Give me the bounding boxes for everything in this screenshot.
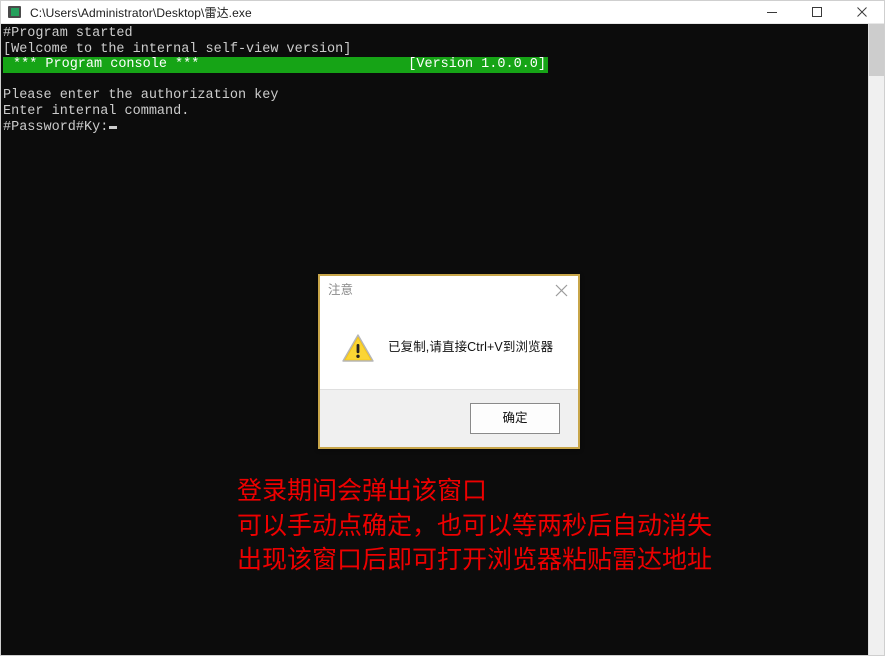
console-area: #Program started [Welcome to the interna… <box>1 24 884 655</box>
console-prompt-line: #Password#Ky: <box>3 120 868 136</box>
console-cursor <box>109 125 118 129</box>
close-button[interactable] <box>839 1 884 23</box>
warning-triangle-icon <box>342 333 374 362</box>
console-banner-left: *** Program console *** <box>13 57 200 73</box>
console-prompt-text: #Password#Ky: <box>3 119 109 135</box>
dialog-message: 已复制,请直接Ctrl+V到浏览器 <box>388 339 554 354</box>
dialog-footer: 确定 <box>320 389 578 447</box>
console-scrollbar[interactable] <box>868 24 884 655</box>
console-line: Enter internal command. <box>3 103 190 119</box>
dialog-body: 已复制,请直接Ctrl+V到浏览器 <box>320 306 578 389</box>
maximize-button[interactable] <box>794 1 839 23</box>
console-app-icon <box>7 4 23 20</box>
console-output[interactable]: #Program started [Welcome to the interna… <box>1 24 868 655</box>
annotation-line-1: 登录期间会弹出该窗口 <box>237 477 488 505</box>
dialog-title: 注意 <box>328 283 354 298</box>
dialog-title-bar: 注意 <box>320 276 578 306</box>
minimize-button[interactable] <box>749 1 794 23</box>
notice-dialog: 注意 已复制,请直接Ctrl+V到浏览器 确定 <box>318 274 580 449</box>
console-line: Please enter the authorization key <box>3 88 279 104</box>
annotation-text: 登录期间会弹出该窗口 可以手动点确定，也可以等两秒后自动消失 出现该窗口后即可打… <box>237 474 857 578</box>
dialog-ok-button[interactable]: 确定 <box>470 403 560 434</box>
annotation-line-3: 出现该窗口后即可打开浏览器粘贴雷达地址 <box>237 546 713 574</box>
title-bar: C:\Users\Administrator\Desktop\雷达.exe <box>1 1 884 24</box>
console-scrollbar-thumb[interactable] <box>869 24 884 76</box>
console-line: #Program started <box>3 26 133 41</box>
console-banner-version: [Version 1.0.0.0] <box>408 57 546 73</box>
console-banner: *** Program console *** [Version 1.0.0.0… <box>3 57 548 73</box>
application-window: C:\Users\Administrator\Desktop\雷达.exe #P… <box>0 0 885 656</box>
window-title: C:\Users\Administrator\Desktop\雷达.exe <box>30 5 252 20</box>
console-line: [Welcome to the internal self-view versi… <box>3 41 352 57</box>
dialog-close-icon[interactable] <box>547 278 575 302</box>
window-controls <box>749 1 884 23</box>
annotation-line-2: 可以手动点确定，也可以等两秒后自动消失 <box>237 511 713 540</box>
